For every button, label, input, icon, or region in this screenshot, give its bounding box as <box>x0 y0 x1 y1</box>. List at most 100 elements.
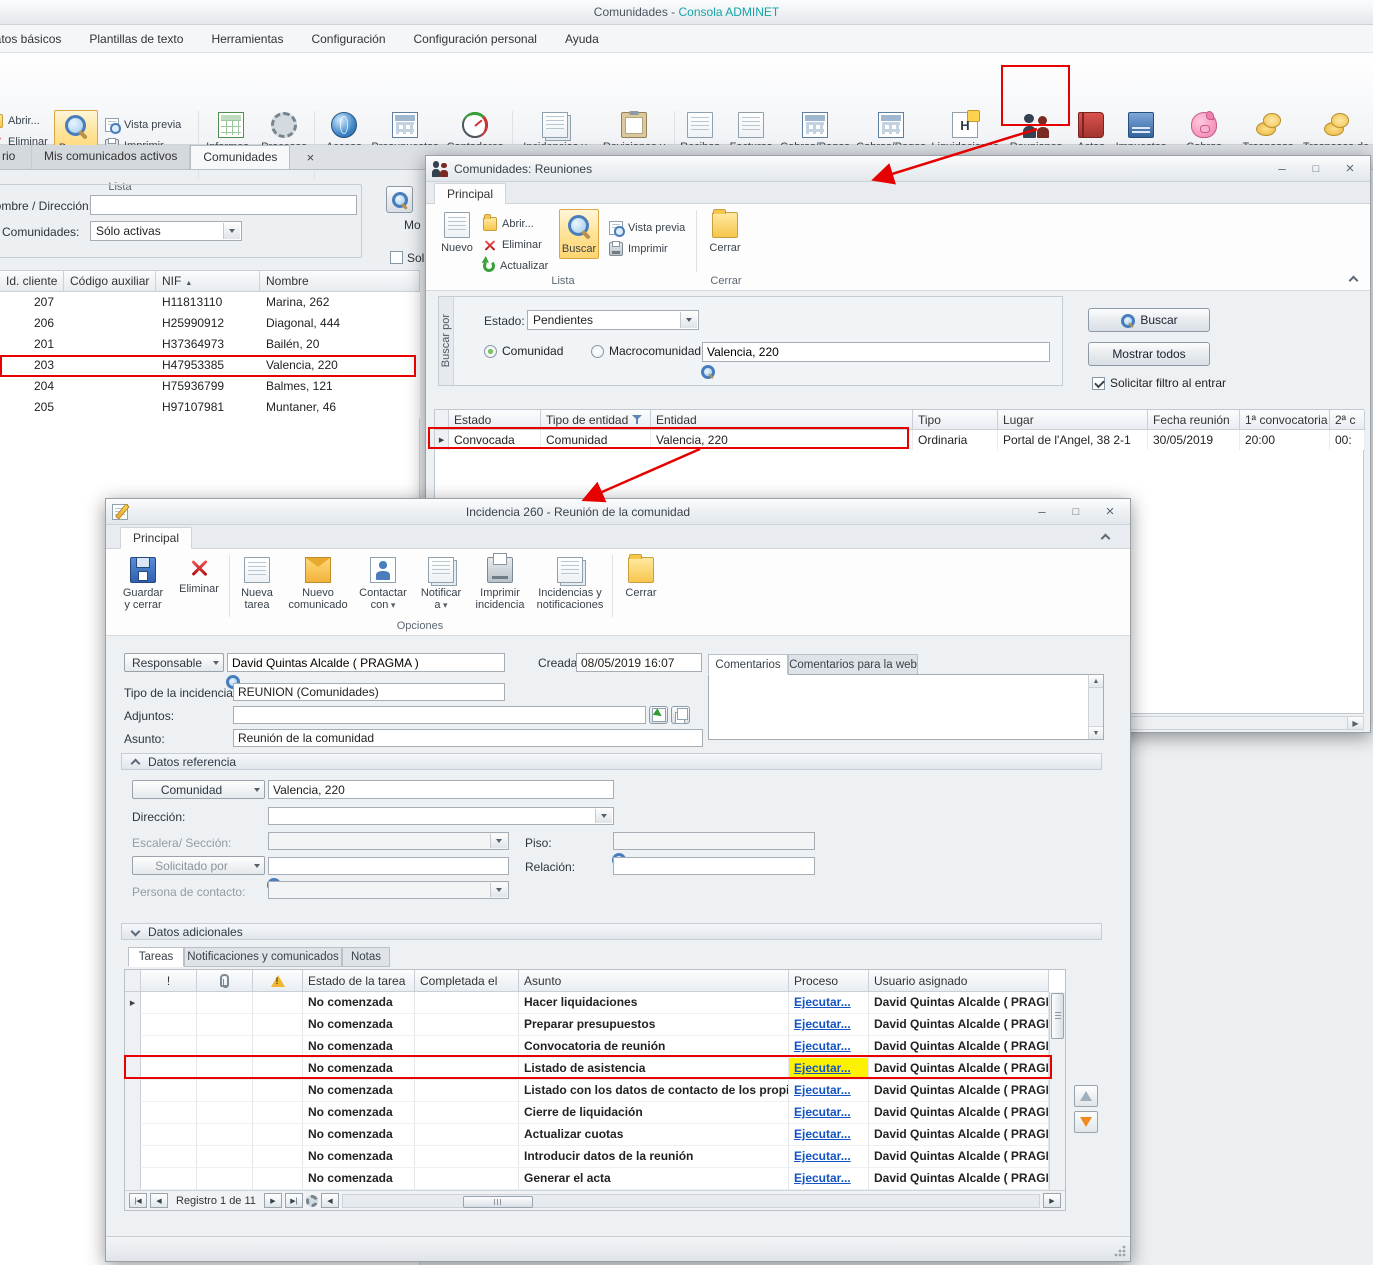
col-alerta[interactable] <box>253 970 303 992</box>
tab-principal[interactable]: Principal <box>120 527 192 549</box>
dialog-buscar-button[interactable]: Buscar <box>1088 308 1210 332</box>
last-record-icon[interactable]: ▶| <box>285 1193 303 1208</box>
client-row[interactable]: 206H25990912Diagonal, 444 <box>0 313 420 334</box>
collapse-ribbon-icon[interactable] <box>1348 274 1358 284</box>
col-prioridad[interactable]: ! <box>141 970 197 992</box>
buscar-button[interactable]: Buscar <box>559 209 599 259</box>
scroll-up-icon[interactable]: ▲ <box>1089 675 1103 688</box>
creada-input[interactable] <box>576 653 702 672</box>
maximize-icon[interactable] <box>1062 503 1090 521</box>
client-row[interactable]: 201H37364973Bailén, 20 <box>0 334 420 355</box>
minimize-icon[interactable] <box>1268 160 1296 178</box>
tarea-row[interactable]: No comenzada Hacer liquidaciones Ejecuta… <box>125 992 1065 1014</box>
tab-tareas[interactable]: Tareas <box>128 947 184 967</box>
entidad-search-input[interactable] <box>702 342 1050 362</box>
minimize-icon[interactable] <box>1028 503 1056 521</box>
menu-configuracion-personal[interactable]: Configuración personal <box>414 32 537 46</box>
nueva-tarea-button[interactable]: Nueva tarea <box>234 554 280 615</box>
collapse-ribbon-icon[interactable] <box>1100 532 1110 542</box>
hscroll-right-icon[interactable]: ▶ <box>1043 1193 1061 1208</box>
col-estado-tarea[interactable]: Estado de la tarea <box>303 970 415 992</box>
tab-usuario-cut[interactable]: rio <box>0 145 32 169</box>
col-completada[interactable]: Completada el <box>415 970 519 992</box>
solicitado-por-input[interactable] <box>268 857 509 875</box>
tarea-row[interactable]: No comenzada Preparar presupuestos Ejecu… <box>125 1014 1065 1036</box>
tab-comentarios[interactable]: Comentarios <box>708 654 788 675</box>
search-icon[interactable] <box>700 364 714 378</box>
reuniones-titlebar[interactable]: Comunidades: Reuniones <box>426 156 1370 182</box>
contactar-con-button[interactable]: Contactar con <box>354 554 412 615</box>
col-asunto[interactable]: Asunto <box>519 970 789 992</box>
reunion-row-convocada[interactable]: Convocada Comunidad Valencia, 220 Ordina… <box>435 430 1363 450</box>
col-usuario[interactable]: Usuario asignado <box>869 970 1049 992</box>
menu-plantillas[interactable]: Plantillas de texto <box>89 32 183 46</box>
tarea-row[interactable]: No comenzada Actualizar cuotas Ejecutar.… <box>125 1124 1065 1146</box>
move-task-down-button[interactable] <box>1074 1111 1098 1133</box>
client-row[interactable]: 204H75936799Balmes, 121 <box>0 376 420 397</box>
piso-input[interactable] <box>613 832 815 850</box>
nombre-direccion-input[interactable] <box>90 195 357 215</box>
ejecutar-link[interactable]: Ejecutar... <box>794 1039 851 1053</box>
col-tipo[interactable]: Tipo <box>913 410 998 430</box>
nuevo-comunicado-button[interactable]: Nuevo comunicado <box>286 554 350 615</box>
col-proceso[interactable]: Proceso <box>789 970 869 992</box>
comunidades-select[interactable]: Sólo activas <box>90 221 242 241</box>
tab-mis-comunicados[interactable]: Mis comunicados activos <box>32 145 190 169</box>
comentarios-vscrollbar[interactable]: ▲ ▼ <box>1088 675 1103 739</box>
solicitar-filtro-checkbox-fragment[interactable] <box>390 251 403 264</box>
estado-select[interactable]: Pendientes <box>527 310 699 330</box>
close-icon[interactable] <box>1096 503 1124 521</box>
cerrar-button[interactable]: Cerrar <box>703 209 747 257</box>
mostrar-todos-button[interactable]: Mostrar todos <box>1088 342 1210 366</box>
eliminar-button[interactable]: Eliminar <box>176 554 222 598</box>
comunidad-combo-button[interactable]: Comunidad <box>132 780 265 799</box>
asunto-input[interactable] <box>233 729 703 747</box>
tab-close-icon[interactable]: × <box>302 149 318 165</box>
datos-adicionales-section[interactable]: Datos adicionales <box>121 923 1102 940</box>
col-estado[interactable]: Estado <box>449 410 541 430</box>
client-row[interactable]: 207H11813110Marina, 262 <box>0 292 420 313</box>
ejecutar-link[interactable]: Ejecutar... <box>794 995 851 1009</box>
col-fecha-reunion[interactable]: Fecha reunión <box>1148 410 1240 430</box>
actualizar-button[interactable]: Actualizar <box>480 256 556 276</box>
persona-contacto-select[interactable] <box>268 881 509 899</box>
scroll-thumb[interactable] <box>1051 993 1064 1039</box>
next-record-icon[interactable]: ▶ <box>264 1193 282 1208</box>
tareas-hscrollbar[interactable] <box>342 1194 1040 1208</box>
tarea-row[interactable]: No comenzada Cierre de liquidación Ejecu… <box>125 1102 1065 1124</box>
responsable-combo-button[interactable]: Responsable <box>124 653 224 672</box>
solicitado-por-combo-button[interactable]: Solicitado por <box>132 856 265 875</box>
col-lugar[interactable]: Lugar <box>998 410 1148 430</box>
tarea-row[interactable]: No comenzada Generar el acta Ejecutar...… <box>125 1168 1065 1190</box>
filter-funnel-icon[interactable] <box>632 414 643 425</box>
mostrar-todos-fragment[interactable]: Mo <box>404 218 421 232</box>
tarea-row[interactable]: No comenzada Convocatoria de reunión Eje… <box>125 1036 1065 1058</box>
scroll-down-icon[interactable]: ▼ <box>1089 726 1103 739</box>
tab-notificaciones-comunicados[interactable]: Notificaciones y comunicados <box>184 947 342 967</box>
col-id-cliente[interactable]: Id. cliente <box>0 271 64 291</box>
grid-settings-icon[interactable] <box>306 1195 318 1207</box>
ejecutar-link[interactable]: Ejecutar... <box>794 1149 851 1163</box>
incidencia-titlebar[interactable]: Incidencia 260 - Reunión de la comunidad <box>106 499 1130 525</box>
vista-previa-button[interactable]: Vista previa <box>606 218 694 238</box>
abrir-button[interactable]: Abrir... <box>480 214 556 234</box>
move-task-up-button[interactable] <box>1074 1085 1098 1107</box>
responsable-input[interactable] <box>227 653 505 672</box>
ejecutar-link[interactable]: Ejecutar... <box>794 1017 851 1031</box>
menu-configuracion[interactable]: Configuración <box>311 32 385 46</box>
col-codigo-auxiliar[interactable]: Código auxiliar <box>64 271 156 291</box>
hscroll-left-icon[interactable]: ◀ <box>321 1193 339 1208</box>
direccion-select[interactable] <box>268 807 614 825</box>
datos-referencia-section[interactable]: Datos referencia <box>121 753 1102 770</box>
col-nif[interactable]: NIF <box>156 271 260 291</box>
tarea-row[interactable]: No comenzada Introducir datos de la reun… <box>125 1146 1065 1168</box>
guardar-cerrar-button[interactable]: Guardar y cerrar <box>118 554 168 615</box>
col-tipo-entidad[interactable]: Tipo de entidad <box>541 410 651 430</box>
col-nombre[interactable]: Nombre <box>260 271 420 291</box>
tarea-row-listado-asistencia[interactable]: No comenzada Listado de asistencia Ejecu… <box>125 1058 1065 1080</box>
scroll-right-icon[interactable]: ▶ <box>1347 717 1363 729</box>
first-record-icon[interactable]: |◀ <box>129 1193 147 1208</box>
client-row[interactable]: 205H97107981Muntaner, 46 <box>0 397 420 418</box>
cerrar-button[interactable]: Cerrar <box>618 554 664 602</box>
tarea-row[interactable]: No comenzada Listado con los datos de co… <box>125 1080 1065 1102</box>
